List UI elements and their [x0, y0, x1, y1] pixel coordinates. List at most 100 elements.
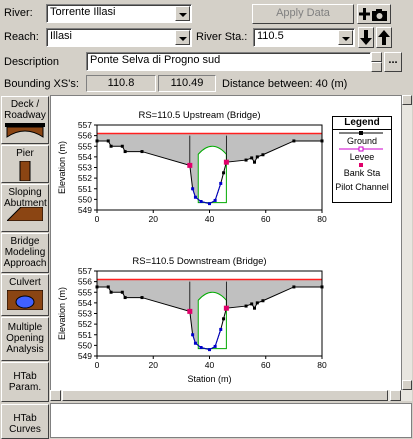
bank-station-marker [223, 159, 229, 165]
y-tick-label: 552 [78, 173, 92, 183]
ground-point [244, 158, 248, 162]
chevron-down-icon[interactable] [175, 30, 190, 45]
y-tick-label: 556 [78, 131, 92, 141]
river-station-select[interactable]: 110.5 [253, 28, 355, 47]
chart-pane[interactable]: RS=110.5 Upstream (Bridge) 549 550 551 552 55… [50, 95, 402, 401]
plot-title: RS=110.5 Downstream (Bridge) [132, 256, 266, 267]
ground-point [199, 200, 203, 203]
scroll-thumb[interactable] [62, 390, 388, 401]
ground-point [120, 144, 124, 148]
y-tick-label: 557 [78, 120, 92, 130]
tool-label: Deck / Roadway [4, 99, 46, 121]
y-tick-label: 555 [78, 287, 92, 297]
legend-bank-sta: Bank Sta [343, 168, 381, 178]
ground-point [250, 302, 254, 306]
horizontal-scrollbar[interactable] [50, 390, 402, 401]
description-field[interactable]: Ponte Selva di Progno sud [86, 52, 371, 71]
river-value: Torrente Illasi [50, 6, 116, 18]
ground-point [208, 202, 211, 206]
reach-select[interactable]: Illasi [46, 28, 192, 47]
legend-ground: Ground [346, 136, 378, 146]
ground-point [123, 296, 127, 300]
previous-station-button[interactable] [358, 27, 374, 48]
ground-point [199, 346, 203, 349]
scroll-left-button[interactable] [50, 390, 61, 401]
ground-point [292, 139, 296, 143]
chevron-down-icon[interactable] [338, 30, 353, 45]
add-picture-button[interactable] [357, 4, 391, 24]
river-label: River: [4, 7, 33, 19]
ground-point [244, 304, 248, 308]
pier-outline [197, 145, 227, 204]
x-tick-label: 20 [149, 214, 159, 224]
plot-title: RS=110.5 Upstream (Bridge) [138, 110, 260, 121]
ground-point [208, 348, 211, 352]
bounding-downstream-value: 110.49 [158, 75, 216, 92]
bank-station-marker [223, 305, 229, 311]
apply-data-label: Apply Data [276, 7, 330, 19]
y-tick-label: 551 [78, 330, 92, 340]
ground-point [120, 290, 124, 294]
reach-value: Illasi [50, 30, 73, 42]
tool-label: Pier [16, 148, 34, 159]
tool-label: Culvert [9, 277, 41, 288]
ground-point [191, 333, 195, 337]
x-tick-label: 20 [149, 360, 159, 370]
notes-text-box[interactable] [50, 403, 412, 438]
ground-point [109, 144, 113, 148]
vertical-scrollbar[interactable] [402, 95, 412, 401]
ground-point [219, 327, 223, 331]
next-station-button[interactable] [376, 27, 392, 48]
scroll-down-button[interactable] [402, 380, 412, 390]
x-axis-label: Station (m) [187, 374, 231, 384]
ground-point [222, 317, 226, 321]
deck-icon [5, 123, 45, 138]
reach-label: Reach: [4, 31, 39, 43]
htab-param-button[interactable]: HTab Param. [1, 362, 49, 402]
description-more-button[interactable]: ... [384, 52, 402, 72]
y-tick-label: 550 [78, 340, 92, 350]
chevron-down-icon[interactable] [175, 6, 190, 21]
ground-point [140, 296, 144, 300]
deck-roadway-button[interactable]: Deck / Roadway [1, 96, 49, 144]
plus-camera-icon [359, 8, 387, 21]
tool-label: Multiple Opening Analysis [6, 322, 44, 355]
apply-data-button[interactable]: Apply Data [252, 4, 354, 24]
arrow-down-icon [360, 30, 372, 45]
sloping-abutment-button[interactable]: Sloping Abutment [1, 184, 49, 232]
description-value: Ponte Selva di Progno sud [90, 54, 221, 66]
y-axis-label: Elevation (m) [57, 141, 67, 194]
x-tick-label: 40 [205, 214, 215, 224]
htab-curves-button[interactable]: HTab Curves [1, 404, 49, 439]
description-scroll-down[interactable] [371, 62, 382, 72]
y-tick-label: 553 [78, 309, 92, 319]
ground-point [213, 344, 217, 348]
river-select[interactable]: Torrente Illasi [46, 4, 192, 23]
river-station-label: River Sta.: [196, 31, 248, 43]
y-tick-label: 555 [78, 141, 92, 151]
y-tick-label: 551 [78, 184, 92, 194]
y-axis-label: Elevation (m) [57, 287, 67, 340]
y-tick-label: 549 [78, 351, 92, 361]
ground-point [140, 150, 144, 154]
y-tick-label: 549 [78, 205, 92, 215]
y-tick-label: 556 [78, 277, 92, 287]
pier-outline [197, 291, 227, 350]
multiple-opening-analysis-button[interactable]: Multiple Opening Analysis [1, 317, 49, 361]
bridge-modeling-approach-button[interactable]: Bridge Modeling Approach [1, 233, 49, 273]
description-scroll-up[interactable] [371, 52, 382, 62]
tool-label: HTab Param. [8, 371, 42, 393]
ground-point [109, 290, 113, 294]
ground-point [250, 156, 254, 160]
ground-point [191, 187, 195, 191]
ground-point [261, 153, 265, 157]
x-tick-label: 80 [317, 360, 327, 370]
more-label: ... [388, 54, 398, 66]
scroll-up-button[interactable] [402, 95, 412, 105]
culvert-button[interactable]: Culvert [1, 274, 49, 316]
scroll-right-button[interactable] [390, 390, 401, 401]
x-tick-label: 80 [317, 214, 327, 224]
x-tick-label: 60 [261, 214, 271, 224]
ground-point [213, 198, 217, 202]
pier-button[interactable]: Pier [1, 145, 49, 183]
